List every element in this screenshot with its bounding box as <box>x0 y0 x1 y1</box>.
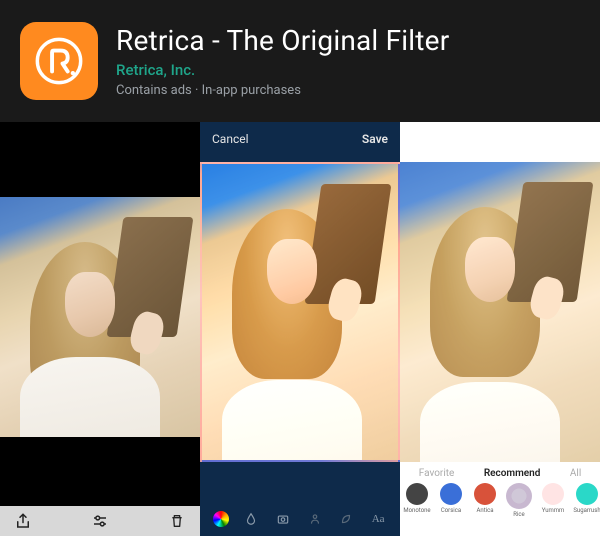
filter-tabs: Favorite Recommend All <box>400 462 600 483</box>
header-text: Retrica - The Original Filter Retrica, I… <box>116 22 580 98</box>
filter-bar: Favorite Recommend All Monotone Corsica An… <box>400 462 600 536</box>
tab-favorite[interactable]: Favorite <box>419 468 455 479</box>
app-icon[interactable] <box>20 22 98 100</box>
screenshot-carousel[interactable]: Cancel Save Aa Fav <box>0 122 600 536</box>
sliders-icon[interactable] <box>91 512 109 530</box>
trash-icon[interactable] <box>168 512 186 530</box>
filter-thumbnail <box>506 483 532 509</box>
share-icon[interactable] <box>14 512 32 530</box>
camera-icon[interactable] <box>274 510 292 528</box>
photo-preview <box>0 197 200 437</box>
filter-label: Antica <box>476 507 493 514</box>
screenshot-2[interactable]: Cancel Save Aa <box>200 122 400 536</box>
edit-tools: Aa <box>200 502 400 536</box>
filter-item[interactable]: Yummm <box>538 483 568 518</box>
filter-item[interactable]: Sugarrush <box>572 483 600 518</box>
tab-all[interactable]: All <box>570 468 581 479</box>
filter-thumbnail <box>474 483 496 505</box>
filter-thumbnail <box>440 483 462 505</box>
filter-item[interactable]: Corsica <box>436 483 466 518</box>
person-icon[interactable] <box>306 510 324 528</box>
filter-row[interactable]: Monotone Corsica Antica Rice Yummm Sugarrush <box>400 483 600 518</box>
tab-recommend[interactable]: Recommend <box>484 468 541 479</box>
filter-item[interactable]: Monotone <box>402 483 432 518</box>
screenshot-3[interactable]: Favorite Recommend All Monotone Corsica An… <box>400 122 600 536</box>
screenshot-1[interactable] <box>0 122 200 536</box>
photo-preview <box>400 162 600 462</box>
save-button[interactable]: Save <box>362 132 388 146</box>
app-developer[interactable]: Retrica, Inc. <box>116 61 580 79</box>
filter-label: Yummm <box>542 507 565 514</box>
photo-preview <box>200 162 400 462</box>
text-icon[interactable]: Aa <box>369 510 387 528</box>
app-title: Retrica - The Original Filter <box>116 24 580 57</box>
filter-label: Sugarrush <box>573 507 600 514</box>
leaf-icon[interactable] <box>337 510 355 528</box>
filter-item[interactable]: Rice <box>504 483 534 518</box>
retrica-logo-icon <box>33 35 85 87</box>
filter-thumbnail <box>406 483 428 505</box>
filter-thumbnail <box>576 483 598 505</box>
cancel-button[interactable]: Cancel <box>212 132 249 146</box>
drop-icon[interactable] <box>242 510 260 528</box>
colorwheel-icon[interactable] <box>213 511 229 527</box>
app-ad-info: Contains ads · In-app purchases <box>116 83 580 98</box>
app-store-header: Retrica - The Original Filter Retrica, I… <box>0 0 600 118</box>
filter-label: Rice <box>513 511 524 518</box>
edit-topbar: Cancel Save <box>200 132 400 146</box>
filter-item[interactable]: Antica <box>470 483 500 518</box>
bottom-toolbar <box>0 506 200 536</box>
filter-thumbnail <box>542 483 564 505</box>
filter-label: Monotone <box>403 507 430 514</box>
filter-label: Corsica <box>441 507 461 514</box>
